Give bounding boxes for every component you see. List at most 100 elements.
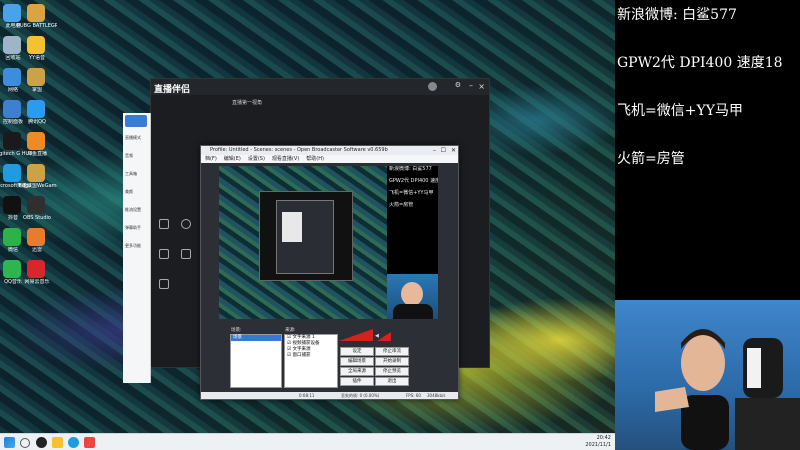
desktop-icon-label: YY语音 xyxy=(28,55,46,61)
settings-icon[interactable]: ⚙ xyxy=(455,81,461,89)
desktop-icons: 此电脑PUBG BATTLEGR…回收站YY语音网络掌盟控制面板腾讯QQLogi… xyxy=(0,0,57,433)
streamer-person xyxy=(655,329,729,450)
app-taskbar-icon[interactable] xyxy=(84,437,95,448)
streamer-app-logo: 直播伴侣 xyxy=(154,85,191,95)
side-menu-item[interactable]: 工具箱 xyxy=(125,171,149,177)
sources-list[interactable]: ☑ 文字来源 1 ☑ 视频捕获设备 ☑ 文字来源 ☑ 窗口捕获 xyxy=(284,334,338,388)
desktop-icon-label: 腾讯QQ xyxy=(28,119,46,125)
minimize-icon[interactable]: – xyxy=(433,146,436,155)
scenes-header: 场景: xyxy=(231,328,242,333)
close-icon[interactable]: ✕ xyxy=(451,146,456,155)
netease-music-icon[interactable] xyxy=(27,260,45,278)
side-menu-item[interactable]: 推流设置 xyxy=(125,207,149,213)
obs-statusbar: 0:08:11 丢失的帧: 0 (0.00%) FPS: 60 3048kb/s xyxy=(201,392,458,399)
screen: 此电脑PUBG BATTLEGR…回收站YY语音网络掌盟控制面板腾讯QQLogi… xyxy=(0,0,800,450)
streamer-app-side-panel[interactable]: 直播模式音频工具箱美颜推流设置弹幕助手更多功能 xyxy=(123,113,151,383)
preview-overlay-text: 新浪微博: 白鲨577 GPW2代 DPI400 速度18 飞机=微信+YY马甲… xyxy=(389,166,438,208)
obs-menu-item[interactable]: 帮助(H) xyxy=(306,156,324,162)
obs-menu-item[interactable]: 设置(S) xyxy=(248,156,265,162)
tool-item[interactable] xyxy=(181,219,191,229)
obs-preview[interactable]: 新浪微博: 白鲨577 GPW2代 DPI400 速度18 飞机=微信+YY马甲… xyxy=(219,166,438,319)
desktop-icon-label: 迅雷 xyxy=(31,247,42,253)
obs-menu-item[interactable]: 观看直播(V) xyxy=(272,156,299,162)
network-icon[interactable] xyxy=(3,68,21,86)
desktop-icon-label: OBS Studio xyxy=(23,215,51,221)
streamer-app-tab[interactable]: 直播第一视角 xyxy=(232,99,262,106)
douyin-icon[interactable] xyxy=(3,196,21,214)
audio-meters: ◀ xyxy=(339,329,391,341)
preview-webcam xyxy=(387,274,438,319)
obs-button[interactable]: 停止串流 xyxy=(375,347,409,356)
minimize-icon[interactable]: – xyxy=(469,81,473,90)
yy-icon[interactable] xyxy=(27,36,45,54)
side-menu-item[interactable]: 弹幕助手 xyxy=(125,225,149,231)
obs-menubar: 档(F) 编辑(E) 设置(S) 观看直播(V) 帮助(H) xyxy=(201,155,458,163)
dropped-frames: 丢失的帧: 0 (0.00%) xyxy=(341,393,380,398)
close-icon[interactable]: × xyxy=(478,82,485,91)
league-icon[interactable] xyxy=(27,68,45,86)
preview-desktop-capture xyxy=(219,166,387,319)
obs-button[interactable]: 退出 xyxy=(375,377,409,386)
overlay-line-weibo: 新浪微博: 白鲨577 xyxy=(617,7,737,23)
tool-item[interactable] xyxy=(159,279,169,289)
qqmusic-icon[interactable] xyxy=(3,260,21,278)
xunlei-icon[interactable] xyxy=(27,228,45,246)
tool-item[interactable] xyxy=(181,249,191,259)
obs-docks: 场景: 场景 来源: ☑ 文字来源 1 ☑ 视频捕获设备 ☑ 文字来源 ☑ 窗口捕获 … xyxy=(201,326,458,399)
folder-taskbar-icon[interactable] xyxy=(52,437,63,448)
home-icon[interactable] xyxy=(125,115,147,127)
source-item[interactable]: ☑ 窗口捕获 xyxy=(285,353,337,359)
obs-taskbar-icon[interactable] xyxy=(36,437,47,448)
maximize-icon[interactable]: ☐ xyxy=(441,146,446,155)
wechat-icon[interactable] xyxy=(3,228,21,246)
obs-icon[interactable] xyxy=(27,196,45,214)
computer-icon[interactable] xyxy=(3,4,21,22)
control-panel-icon[interactable] xyxy=(3,100,21,118)
overlay-line-rocket: 火箭=房管 xyxy=(617,151,685,167)
overlay-text-panel: 新浪微博: 白鲨577 GPW2代 DPI400 速度18 飞机=微信+YY马甲… xyxy=(615,0,800,300)
obs-button[interactable]: 停止预览 xyxy=(375,367,409,376)
obs-button[interactable]: 开始录制 xyxy=(375,357,409,366)
qq-icon[interactable] xyxy=(27,100,45,118)
desktop-icon-label: 英雄联盟WeGame版 xyxy=(17,183,57,189)
recycle-bin-icon[interactable] xyxy=(3,36,21,54)
side-menu-item[interactable]: 音频 xyxy=(125,153,149,159)
bitrate: 3048kb/s xyxy=(427,393,446,398)
taskbar-clock[interactable]: 20:42 2021/11/1 xyxy=(585,435,611,449)
douyu-icon[interactable] xyxy=(27,132,45,150)
sources-header: 来源: xyxy=(285,328,296,333)
side-menu-item[interactable]: 美颜 xyxy=(125,189,149,195)
taskbar: 20:42 2021/11/1 xyxy=(0,433,615,450)
edge-taskbar-icon[interactable] xyxy=(68,437,79,448)
edge-icon[interactable] xyxy=(3,164,21,182)
scene-item[interactable]: 场景 xyxy=(231,335,281,341)
tool-item[interactable] xyxy=(159,249,169,259)
start-icon[interactable] xyxy=(4,437,15,448)
obs-button[interactable]: 全局来源 xyxy=(340,367,374,376)
clock-date: 2021/11/1 xyxy=(585,442,611,448)
side-menu-item[interactable]: 更多功能 xyxy=(125,243,149,249)
streamer-app-titlebar[interactable]: 直播伴侣 × – ⚙ xyxy=(151,79,489,95)
obs-menu-item[interactable]: 档(F) xyxy=(205,156,217,162)
preview-nested-window xyxy=(259,191,353,281)
stream-time: 0:08:11 xyxy=(299,393,315,398)
avatar[interactable] xyxy=(428,82,437,91)
logitech-icon[interactable] xyxy=(3,132,21,150)
overlay-line-mouse: GPW2代 DPI400 速度18 xyxy=(617,55,783,71)
obs-titlebar[interactable]: Profile: Untitled - Scenes: scenes - Ope… xyxy=(201,146,458,155)
obs-window[interactable]: Profile: Untitled - Scenes: scenes - Ope… xyxy=(200,145,459,400)
desktop-icon-label: 网易云音乐 xyxy=(24,279,50,285)
obs-menu-item[interactable]: 编辑(E) xyxy=(224,156,241,162)
search-icon[interactable] xyxy=(20,438,30,448)
desktop-icon-label: 斗鱼直播 xyxy=(26,151,47,157)
tool-item[interactable] xyxy=(159,219,169,229)
pubg-icon[interactable] xyxy=(27,4,45,22)
obs-button[interactable]: 编辑场景 xyxy=(340,357,374,366)
side-menu-item[interactable]: 直播模式 xyxy=(125,135,149,141)
scenes-list[interactable]: 场景 xyxy=(230,334,282,388)
obs-button[interactable]: 设定 xyxy=(340,347,374,356)
obs-title: Profile: Untitled - Scenes: scenes - Ope… xyxy=(210,147,388,153)
wegame-icon[interactable] xyxy=(27,164,45,182)
obs-button[interactable]: 插件 xyxy=(340,377,374,386)
fps: FPS: 60 xyxy=(406,393,421,398)
